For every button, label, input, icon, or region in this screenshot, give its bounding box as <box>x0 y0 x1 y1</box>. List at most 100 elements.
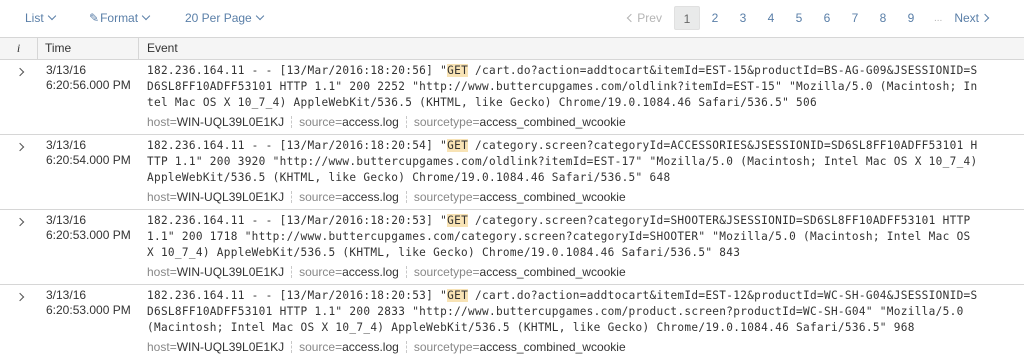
expand-row-button[interactable] <box>0 210 38 284</box>
event-raw-line: tel Mac OS X 10_7_4) AppleWebKit/536.5 (… <box>147 95 1024 111</box>
event-raw-line: 1.1" 200 1718 "http://www.buttercupgames… <box>147 229 1024 245</box>
sourcetype-field-key[interactable]: sourcetype <box>414 339 473 355</box>
expand-row-button[interactable] <box>0 60 38 134</box>
field-equals: = <box>472 340 480 354</box>
field-divider <box>405 341 407 353</box>
per-page-label: 20 Per Page <box>185 11 252 25</box>
source-field-value[interactable]: access.log <box>342 264 399 280</box>
host-field-value[interactable]: WIN-UQL39L0E1KJ <box>177 264 284 280</box>
event-text: 182.236.164.11 - - [13/Mar/2016:18:20:54… <box>147 139 448 152</box>
expand-row-button[interactable] <box>0 135 38 209</box>
host-field-value[interactable]: WIN-UQL39L0E1KJ <box>177 339 284 355</box>
event-cell: 182.236.164.11 - - [13/Mar/2016:18:20:53… <box>139 210 1024 284</box>
results-toolbar: List ✎ Format 20 Per Page Prev 123456789… <box>0 0 1024 37</box>
sourcetype-field-value[interactable]: access_combined_wcookie <box>480 114 626 130</box>
event-text: X 10_7_4) AppleWebKit/536.5 (KHTML, like… <box>147 246 741 259</box>
per-page-dropdown[interactable]: 20 Per Page <box>185 11 264 25</box>
page-number-button[interactable]: 1 <box>673 6 700 30</box>
event-time-cell: 3/13/16 6:20:54.000 PM <box>38 135 139 209</box>
chevron-left-icon <box>627 13 636 23</box>
field-equals: = <box>335 265 343 279</box>
source-field-key[interactable]: source <box>299 114 335 130</box>
table-body: 3/13/16 6:20:56.000 PM 182.236.164.11 - - … <box>0 60 1024 356</box>
event-text: D6SL8FF10ADFF53101 HTTP 1.1" 200 2252 "h… <box>147 80 978 93</box>
event-text: TTP 1.1" 200 3920 "http://www.buttercupg… <box>147 155 978 168</box>
source-field-key[interactable]: source <box>299 264 335 280</box>
page-number-button[interactable]: 9 <box>898 6 924 30</box>
source-field-key[interactable]: source <box>299 189 335 205</box>
prev-page-button: Prev <box>627 11 662 25</box>
table-row: 3/13/16 6:20:53.000 PM 182.236.164.11 - - … <box>0 210 1024 285</box>
events-table: i Time Event 3/13/16 6:20:56.000 PM 182.23… <box>0 37 1024 356</box>
page-number-button[interactable]: 7 <box>842 6 868 30</box>
source-field-value[interactable]: access.log <box>342 339 399 355</box>
sourcetype-field-key[interactable]: sourcetype <box>414 114 473 130</box>
table-header: i Time Event <box>0 37 1024 60</box>
field-divider <box>291 266 293 278</box>
field-equals: = <box>169 190 177 204</box>
host-field-key[interactable]: host <box>147 339 170 355</box>
format-dropdown[interactable]: ✎ Format <box>89 11 151 25</box>
chevron-down-icon <box>255 11 264 21</box>
field-divider <box>405 116 407 128</box>
field-divider <box>291 191 293 203</box>
page-number-button[interactable]: 3 <box>730 6 756 30</box>
field-divider <box>405 266 407 278</box>
event-raw-line: 182.236.164.11 - - [13/Mar/2016:18:20:56… <box>147 63 1024 79</box>
field-equals: = <box>472 115 480 129</box>
host-field-key[interactable]: host <box>147 114 170 130</box>
page-number-button[interactable]: 8 <box>870 6 896 30</box>
field-equals: = <box>169 115 177 129</box>
event-text: 1.1" 200 1718 "http://www.buttercupgames… <box>147 230 971 243</box>
event-raw-line: X 10_7_4) AppleWebKit/536.5 (KHTML, like… <box>147 245 1024 261</box>
event-raw-line: D6SL8FF10ADFF53101 HTTP 1.1" 200 2252 "h… <box>147 79 1024 95</box>
event-cell: 182.236.164.11 - - [13/Mar/2016:18:20:54… <box>139 135 1024 209</box>
field-equals: = <box>335 340 343 354</box>
search-term-highlight: GET <box>447 139 469 152</box>
event-cell: 182.236.164.11 - - [13/Mar/2016:18:20:56… <box>139 60 1024 134</box>
chevron-right-icon <box>15 292 25 302</box>
pagination: Prev 123456789 ... Next <box>627 6 990 30</box>
page-number-button[interactable]: 4 <box>758 6 784 30</box>
event-raw-line: 182.236.164.11 - - [13/Mar/2016:18:20:54… <box>147 138 1024 154</box>
page-number-button[interactable]: 5 <box>786 6 812 30</box>
chevron-right-icon <box>15 142 25 152</box>
field-divider <box>291 341 293 353</box>
host-field-key[interactable]: host <box>147 264 170 280</box>
event-text: 182.236.164.11 - - [13/Mar/2016:18:20:56… <box>147 64 448 77</box>
table-row: 3/13/16 6:20:54.000 PM 182.236.164.11 - - … <box>0 135 1024 210</box>
next-label: Next <box>954 11 979 25</box>
search-term-highlight: GET <box>447 289 469 302</box>
event-date: 3/13/16 <box>46 213 87 227</box>
chevron-right-icon <box>980 13 990 23</box>
event-text: 182.236.164.11 - - [13/Mar/2016:18:20:53… <box>147 289 448 302</box>
source-field-key[interactable]: source <box>299 339 335 355</box>
sourcetype-field-value[interactable]: access_combined_wcookie <box>480 264 626 280</box>
event-time: 6:20:54.000 PM <box>46 153 131 167</box>
sourcetype-field-value[interactable]: access_combined_wcookie <box>480 189 626 205</box>
sourcetype-field-key[interactable]: sourcetype <box>414 189 473 205</box>
event-date: 3/13/16 <box>46 138 87 152</box>
sourcetype-field-value[interactable]: access_combined_wcookie <box>480 339 626 355</box>
prev-label: Prev <box>637 11 662 25</box>
time-column-header[interactable]: Time <box>38 38 139 59</box>
page-number-button[interactable]: 2 <box>702 6 728 30</box>
source-field-value[interactable]: access.log <box>342 114 399 130</box>
host-field-value[interactable]: WIN-UQL39L0E1KJ <box>177 114 284 130</box>
event-time-cell: 3/13/16 6:20:56.000 PM <box>38 60 139 134</box>
format-label: Format <box>100 11 139 25</box>
field-divider <box>405 191 407 203</box>
host-field-value[interactable]: WIN-UQL39L0E1KJ <box>177 189 284 205</box>
event-text: tel Mac OS X 10_7_4) AppleWebKit/536.5 (… <box>147 96 817 109</box>
host-field-key[interactable]: host <box>147 189 170 205</box>
page-number-button[interactable]: 6 <box>814 6 840 30</box>
next-page-button[interactable]: Next <box>954 11 990 25</box>
table-row: 3/13/16 6:20:53.000 PM 182.236.164.11 - - … <box>0 285 1024 356</box>
source-field-value[interactable]: access.log <box>342 189 399 205</box>
expand-row-button[interactable] <box>0 285 38 356</box>
pager-ellipsis: ... <box>933 12 943 24</box>
event-time-cell: 3/13/16 6:20:53.000 PM <box>38 210 139 284</box>
list-dropdown[interactable]: List <box>25 11 56 25</box>
sourcetype-field-key[interactable]: sourcetype <box>414 264 473 280</box>
field-equals: = <box>169 265 177 279</box>
